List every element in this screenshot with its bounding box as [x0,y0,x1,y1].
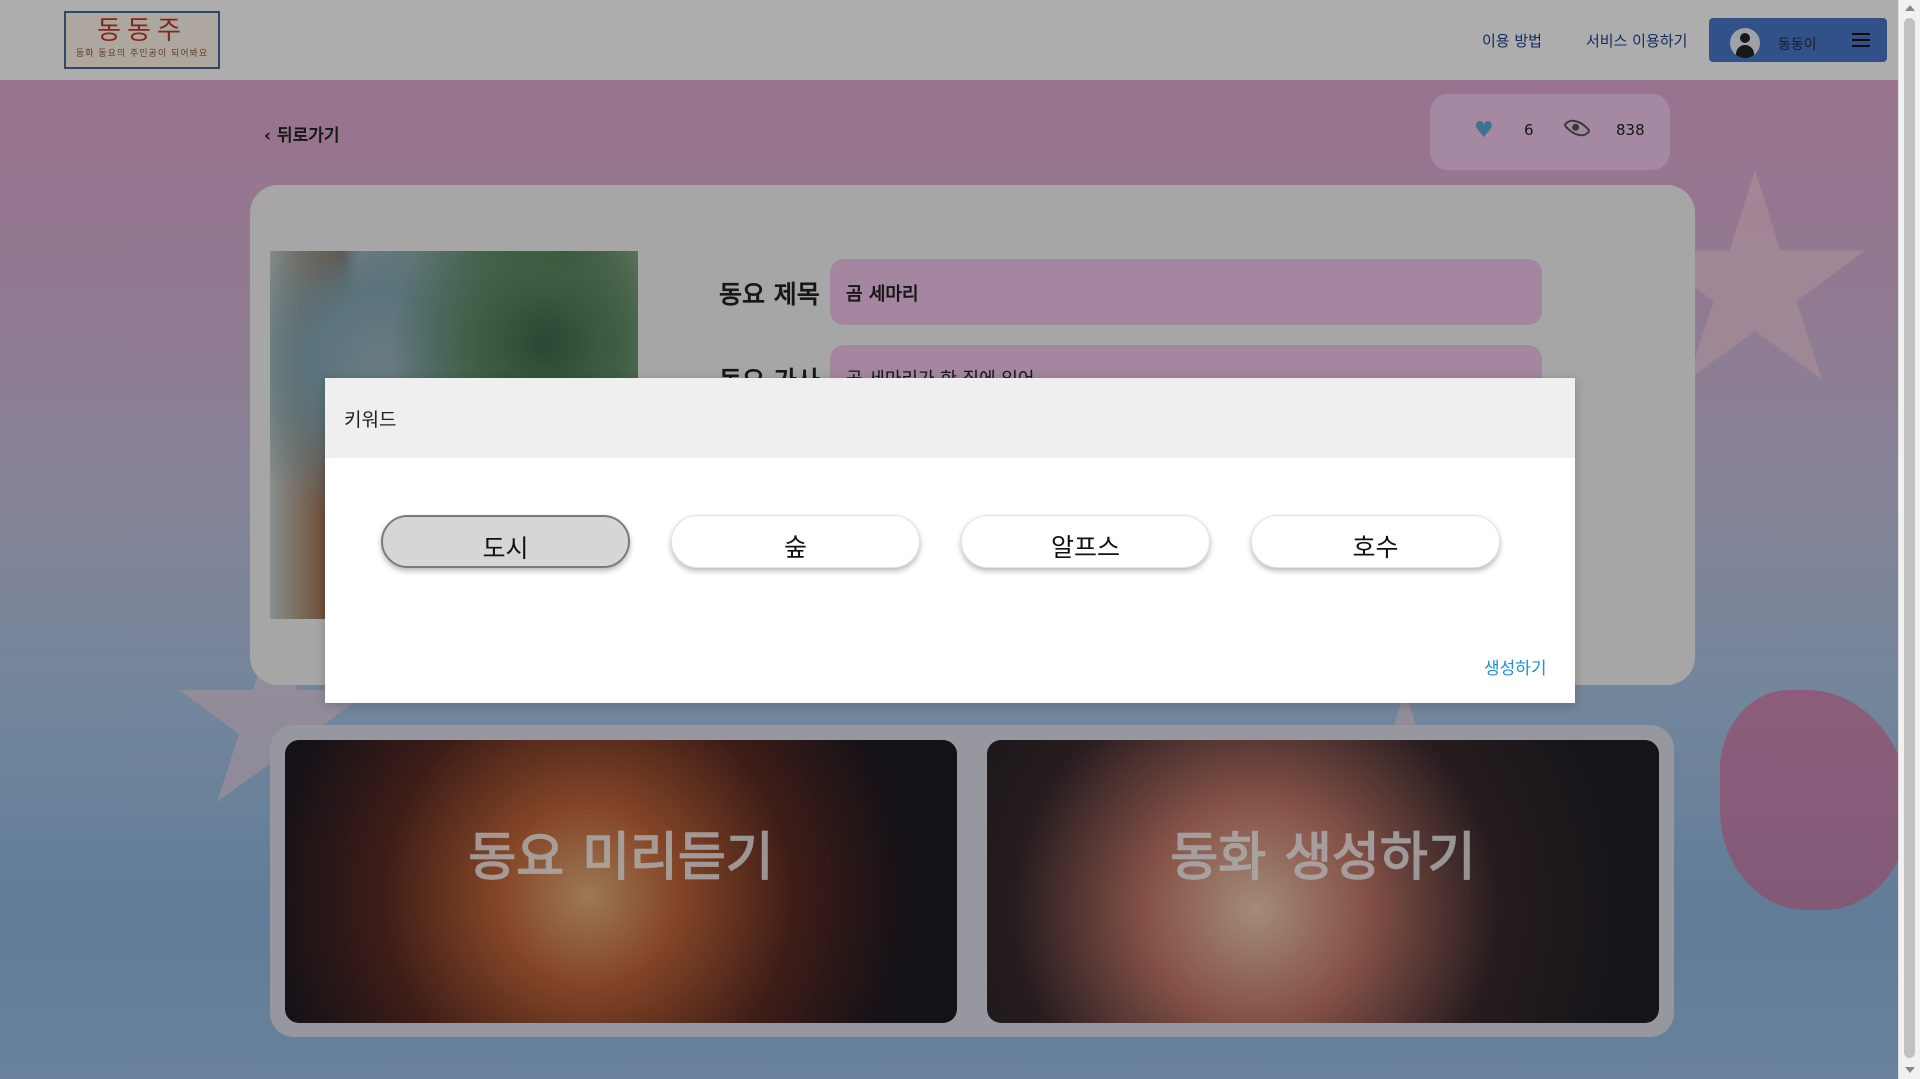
keyword-label: 호수 [1352,533,1399,562]
create-button[interactable]: 생성하기 [1484,654,1547,679]
page-scrollbar[interactable] [1898,0,1920,1079]
keyword-button-forest[interactable]: 숲 [671,515,920,568]
keyword-modal: 키워드 도시 숲 알프스 호수 생성하기 [325,378,1575,703]
keyword-label: 숲 [783,533,807,562]
keyword-label: 도시 [482,534,529,563]
keyword-button-lake[interactable]: 호수 [1251,515,1500,568]
keyword-button-city[interactable]: 도시 [381,515,630,568]
scroll-down-arrow-icon[interactable] [1905,1067,1915,1073]
modal-title: 키워드 [344,409,397,431]
keyword-button-alps[interactable]: 알프스 [961,515,1210,568]
scrollbar-thumb[interactable] [1904,18,1915,1058]
keyword-label: 알프스 [1050,533,1120,562]
modal-header: 키워드 [325,378,1575,458]
scroll-up-arrow-icon[interactable] [1905,5,1915,11]
